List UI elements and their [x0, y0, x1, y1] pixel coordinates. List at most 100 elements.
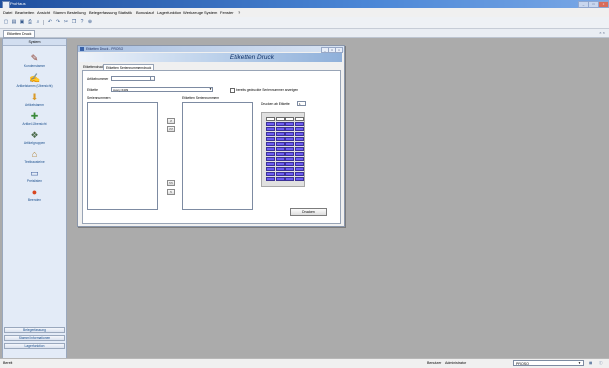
menu-werkzeuge[interactable]: Werkzeuge: [183, 10, 203, 15]
label-cell[interactable]: [266, 117, 275, 121]
label-cell[interactable]: [294, 137, 304, 141]
label-cell[interactable]: [275, 117, 285, 121]
remove-one-button[interactable]: <: [167, 189, 175, 195]
label-cell[interactable]: [294, 167, 304, 171]
menu-ansicht[interactable]: Ansicht: [37, 10, 50, 15]
sidebar-button-stamm-informationen[interactable]: Stamm/Informationen: [4, 335, 65, 341]
label-cell[interactable]: [275, 152, 285, 156]
sidebar-button-lagerfunktion[interactable]: Lagerfunktion: [4, 343, 65, 349]
label-cell[interactable]: [275, 172, 285, 176]
label-cell[interactable]: [266, 147, 275, 151]
menu-statistik[interactable]: Statistik: [118, 10, 132, 15]
sidebar-button-belegerfassung[interactable]: Belegerfassung: [4, 327, 65, 333]
label-cell[interactable]: [294, 172, 304, 176]
label-cell[interactable]: [294, 152, 304, 156]
remove-all-button[interactable]: <<: [167, 180, 175, 186]
info-icon[interactable]: ⓘ: [599, 361, 603, 366]
sidebar-item-artikel-uebersicht[interactable]: ✚ Artikel-Übersicht: [3, 111, 66, 126]
add-one-button[interactable]: >: [167, 118, 175, 124]
print-icon[interactable]: ⎙: [27, 20, 33, 25]
label-cell[interactable]: [285, 157, 294, 161]
copy-icon[interactable]: ❐: [71, 20, 77, 25]
label-cell[interactable]: [275, 132, 285, 136]
menu-bestellung[interactable]: Bestellung: [67, 10, 86, 15]
label-cell[interactable]: [266, 142, 275, 146]
label-cell[interactable]: [294, 127, 304, 131]
label-cell[interactable]: [266, 152, 275, 156]
label-cell[interactable]: [294, 142, 304, 146]
label-cell[interactable]: [275, 127, 285, 131]
label-cell[interactable]: [266, 172, 275, 176]
sidebar-item-beenden[interactable]: ● Beenden: [3, 187, 66, 202]
sidebar-item-textbausteine[interactable]: ⌂ Textbausteine: [3, 149, 66, 164]
label-cell[interactable]: [266, 127, 275, 131]
label-cell[interactable]: [275, 147, 285, 151]
undo-icon[interactable]: ↶: [47, 20, 53, 25]
menu-belegerfassung[interactable]: Belegerfassung: [89, 10, 117, 15]
label-cell[interactable]: [285, 132, 294, 136]
seriennummern-list[interactable]: [87, 102, 158, 210]
calc-icon[interactable]: ▦: [589, 361, 592, 365]
label-cell[interactable]: [266, 162, 275, 166]
company-select[interactable]: PROSO: [513, 360, 584, 366]
menu-system[interactable]: System: [204, 10, 217, 15]
artikelnummer-input[interactable]: [111, 76, 155, 81]
drucken-ab-input[interactable]: 1: [297, 101, 306, 106]
open-icon[interactable]: ▤: [11, 20, 17, 25]
label-cell[interactable]: [294, 157, 304, 161]
label-cell[interactable]: [275, 177, 285, 181]
label-cell[interactable]: [294, 122, 304, 126]
label-cell[interactable]: [285, 177, 294, 181]
menu-lagerfunktion[interactable]: Lagerfunktion: [157, 10, 181, 15]
label-cell[interactable]: [294, 177, 304, 181]
label-cell[interactable]: [266, 132, 275, 136]
add-all-button[interactable]: >>: [167, 126, 175, 132]
label-cell[interactable]: [285, 152, 294, 156]
artikelnummer-lookup-button[interactable]: …: [150, 76, 155, 81]
redo-icon[interactable]: ↷: [55, 20, 61, 25]
tab-etiketten-druck[interactable]: Etiketten Druck: [3, 30, 36, 38]
label-cell[interactable]: [285, 127, 294, 131]
label-cell[interactable]: [294, 147, 304, 151]
close-button[interactable]: ×: [598, 1, 609, 8]
label-cell[interactable]: [285, 122, 294, 126]
label-cell[interactable]: [275, 142, 285, 146]
label-cell[interactable]: [266, 167, 275, 171]
label-cell[interactable]: [275, 157, 285, 161]
save-icon[interactable]: ▣: [19, 20, 25, 25]
label-cell[interactable]: [294, 132, 304, 136]
search-icon[interactable]: ⌕: [35, 20, 41, 25]
help-icon[interactable]: ?: [79, 20, 85, 25]
etiketten-seriennummern-list[interactable]: [182, 102, 253, 210]
sidebar-item-kundenstamm[interactable]: ✎ Kundenstamm: [3, 53, 66, 68]
label-cell[interactable]: [275, 162, 285, 166]
label-cell[interactable]: [294, 162, 304, 166]
label-cell[interactable]: [275, 167, 285, 171]
etikette-select[interactable]: Avery 6409: [111, 87, 213, 92]
menu-bearbeiten[interactable]: Bearbeiten: [15, 10, 34, 15]
menu-datei[interactable]: Datei: [3, 10, 12, 15]
label-cell[interactable]: [275, 122, 285, 126]
new-icon[interactable]: ▢: [3, 20, 9, 25]
chevron-down-icon[interactable]: ▼: [208, 87, 213, 92]
menu-fenster[interactable]: Fenster: [220, 10, 234, 15]
sidebar-item-artikelstamm[interactable]: ⬇ Artikelstamm: [3, 92, 66, 107]
cut-icon[interactable]: ✂: [63, 20, 69, 25]
label-cell[interactable]: [285, 162, 294, 166]
label-cell[interactable]: [285, 137, 294, 141]
label-cell[interactable]: [266, 122, 275, 126]
sidebar-item-artikelgruppen[interactable]: ❖ Artikelgruppen: [3, 130, 66, 145]
label-cell[interactable]: [275, 137, 285, 141]
label-cell[interactable]: [285, 117, 294, 121]
sidebar-item-preislisten[interactable]: ▭ Preislisten: [3, 168, 66, 183]
menu-help[interactable]: ?: [238, 10, 240, 15]
tab-strip-close-icon[interactable]: × ×: [599, 30, 605, 35]
label-cell[interactable]: [266, 137, 275, 141]
label-cell[interactable]: [285, 172, 294, 176]
menu-stamm[interactable]: Stamm: [53, 10, 66, 15]
label-cell[interactable]: [285, 167, 294, 171]
label-cell[interactable]: [285, 142, 294, 146]
sidebar-item-artikelstamm-uebersicht[interactable]: ✍ Artikelstamm (Übersicht): [3, 73, 66, 88]
drucken-button[interactable]: Drucken: [290, 208, 327, 216]
show-printed-checkbox[interactable]: [230, 88, 235, 93]
